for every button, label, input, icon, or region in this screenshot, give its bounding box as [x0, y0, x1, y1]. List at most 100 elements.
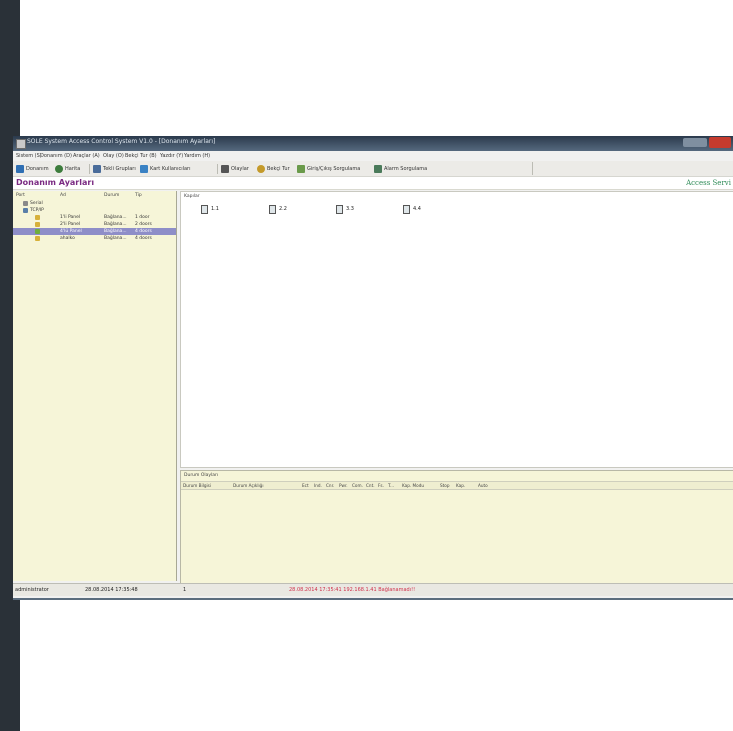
toolbar-kart-kullanicilari-button[interactable]: Kart Kullanıcıları: [140, 164, 191, 174]
toolbar: Donanım Harita Tekli Grupları Kart Kulla…: [13, 161, 733, 177]
door-item[interactable]: 3.3: [336, 204, 354, 214]
column-header[interactable]: Fs.: [378, 483, 384, 488]
close-button[interactable]: [709, 137, 731, 148]
door-icon: [201, 204, 208, 214]
tree-row-panel-selected[interactable]: 4'lü Panel Bağlana... 4 doors: [13, 228, 176, 235]
menu-yazdir[interactable]: Yazdır (Y): [160, 153, 183, 159]
toolbar-label: Bekçi Tur: [267, 166, 290, 172]
toolbar-harita-button[interactable]: Harita: [55, 164, 80, 174]
column-header-tip[interactable]: Tip: [135, 193, 142, 198]
tree-row-name: ahalko: [60, 236, 75, 241]
toolbar-end-separator: [532, 162, 533, 175]
page-header: Donanım Ayarları Access Servi: [13, 177, 733, 190]
tree-row-panel[interactable]: ahalko Bağlana... 4 doors: [13, 235, 176, 242]
status-datetime: 28.08.2014 17:35:48: [85, 587, 138, 593]
window-bottom-edge: [13, 598, 733, 600]
toolbar-label: Olaylar: [231, 166, 249, 172]
device-tree-pane[interactable]: Port Ad Durum Tip Serial TCP/IP 1'li Pan…: [13, 191, 177, 581]
column-header[interactable]: Cnr.: [326, 483, 334, 488]
minimize-maximize-buttons[interactable]: [683, 138, 707, 147]
column-header[interactable]: Kap.: [456, 483, 465, 488]
page-title: Donanım Ayarları: [16, 178, 95, 187]
column-header[interactable]: Pwr.: [339, 483, 348, 488]
status-events-label: Durum Olayları: [184, 473, 219, 478]
card-users-icon: [140, 165, 148, 173]
toolbar-label: Kart Kullanıcıları: [150, 166, 191, 172]
column-header-durum[interactable]: Durum: [104, 193, 119, 198]
tree-row-name: 4'lü Panel: [60, 229, 82, 234]
column-header[interactable]: Durum Bilgisi: [183, 483, 211, 488]
door-panel-icon: [35, 229, 40, 234]
column-header-ad[interactable]: Ad: [60, 193, 66, 198]
app-window: SOLE System Access Control System V1.0 -…: [13, 136, 733, 598]
tree-row-name: Serial: [30, 201, 43, 206]
tree-row-status: Bağlana...: [104, 215, 127, 220]
menu-olay[interactable]: Olay (O): [103, 153, 124, 159]
toolbar-tekli-gruplari-button[interactable]: Tekli Grupları: [93, 164, 136, 174]
column-header[interactable]: Stop: [440, 483, 450, 488]
column-header-port[interactable]: Port: [16, 193, 25, 198]
toolbar-giris-cikis-sorgulama-button[interactable]: Giriş/Çıkış Sorgulama: [297, 164, 360, 174]
alarm-query-icon: [374, 165, 382, 173]
tree-row-status: Bağlana...: [104, 236, 127, 241]
inout-query-icon: [297, 165, 305, 173]
menu-donanim[interactable]: Donanım (D): [40, 153, 72, 159]
toolbar-olaylar-button[interactable]: Olaylar: [221, 164, 249, 174]
window-title: SOLE System Access Control System V1.0 -…: [27, 138, 216, 145]
column-header[interactable]: T...: [388, 483, 394, 488]
column-header[interactable]: Com.: [352, 483, 363, 488]
doors-label: Kapılar: [184, 194, 200, 199]
tree-row-tcpip[interactable]: TCP/IP: [13, 207, 176, 214]
menu-sistem[interactable]: Sistem (S): [16, 153, 42, 159]
tree-row-serial[interactable]: Serial: [13, 200, 176, 207]
tree-row-type: 4 doors: [135, 236, 152, 241]
toolbar-donanim-button[interactable]: Donanım: [16, 164, 49, 174]
column-header[interactable]: Cnt.: [366, 483, 375, 488]
door-item[interactable]: 1.1: [201, 204, 219, 214]
door-icon: [269, 204, 276, 214]
column-header[interactable]: Ind.: [314, 483, 322, 488]
toolbar-bekci-tur-button[interactable]: Bekçi Tur: [257, 164, 290, 174]
door-panel-icon: [35, 215, 40, 220]
hardware-icon: [16, 165, 24, 173]
menu-yardim[interactable]: Yardım (H): [184, 153, 210, 159]
column-header[interactable]: Auto: [478, 483, 488, 488]
column-header[interactable]: Durum Açıklığı: [233, 483, 264, 488]
doors-pane: Kapılar 1.1 2.2 3.3 4.4: [180, 191, 733, 468]
door-label: 1.1: [211, 206, 219, 212]
door-panel-icon: [35, 236, 40, 241]
toolbar-alarm-sorgulama-button[interactable]: Alarm Sorgulama: [374, 164, 427, 174]
status-events-columns: Durum Bilgisi Durum Açıklığı Ect Ind. Cn…: [181, 481, 733, 490]
group-icon: [93, 165, 101, 173]
tree-row-name: 2'li Panel: [60, 222, 81, 227]
map-icon: [55, 165, 63, 173]
events-icon: [221, 165, 229, 173]
status-message: 28.08.2014 17:35:41 192.168.1.41 Bağlana…: [289, 587, 416, 593]
serial-port-icon: [23, 201, 28, 206]
status-bar: administrator 28.08.2014 17:35:48 1 28.0…: [13, 583, 733, 596]
tree-row-status: Bağlana...: [104, 222, 127, 227]
title-bar: SOLE System Access Control System V1.0 -…: [13, 136, 733, 151]
menu-araclar[interactable]: Araçlar (A): [73, 153, 100, 159]
status-events-pane: Durum Olayları Durum Bilgisi Durum Açıkl…: [180, 470, 733, 584]
tree-row-name: 1'li Panel: [60, 215, 81, 220]
toolbar-label: Tekli Grupları: [103, 166, 136, 172]
toolbar-label: Giriş/Çıkış Sorgulama: [307, 166, 361, 172]
tree-row-name: TCP/IP: [30, 208, 44, 213]
door-item[interactable]: 2.2: [269, 204, 287, 214]
column-header[interactable]: Ect: [302, 483, 309, 488]
status-user: administrator: [15, 587, 49, 593]
toolbar-separator: [217, 164, 218, 174]
menu-bekci-tur[interactable]: Bekçi Tur (B): [125, 153, 157, 159]
tree-row-panel[interactable]: 1'li Panel Bağlana... 1 door: [13, 214, 176, 221]
door-panel-icon: [35, 222, 40, 227]
door-label: 2.2: [279, 206, 287, 212]
tree-row-status: Bağlana...: [104, 229, 127, 234]
tree-row-type: 4 doors: [135, 229, 152, 234]
column-header[interactable]: Kap. Modu: [402, 483, 424, 488]
toolbar-label: Donanım: [26, 166, 49, 172]
patrol-icon: [257, 165, 265, 173]
tree-row-type: 2 doors: [135, 222, 152, 227]
tree-row-panel[interactable]: 2'li Panel Bağlana... 2 doors: [13, 221, 176, 228]
door-item[interactable]: 4.4: [403, 204, 421, 214]
